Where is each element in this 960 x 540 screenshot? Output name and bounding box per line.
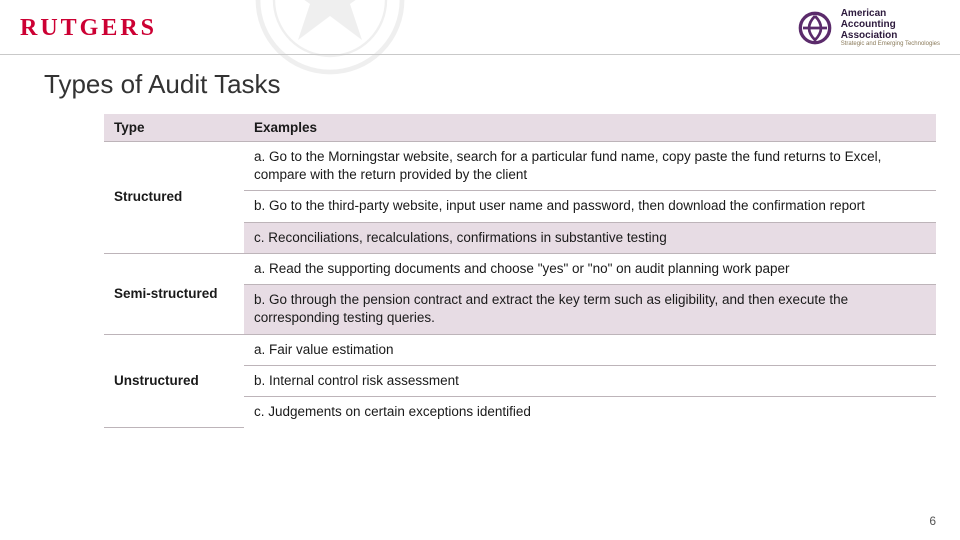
example-cell: b. Go through the pension contract and e… — [244, 285, 936, 334]
type-cell: Unstructured — [104, 334, 244, 427]
example-cell: a. Go to the Morningstar website, search… — [244, 142, 936, 191]
table-row: Unstructured a. Fair value estimation — [104, 334, 936, 365]
aaa-line1: American — [841, 8, 887, 19]
aaa-text: American Accounting Association Strategi… — [841, 8, 940, 48]
type-cell: Semi-structured — [104, 253, 244, 334]
rutgers-logo: RUTGERS — [20, 15, 157, 42]
page-title: Types of Audit Tasks — [44, 69, 916, 100]
aaa-logo: American Accounting Association Strategi… — [795, 8, 940, 48]
aaa-icon — [795, 8, 835, 48]
audit-table: Type Examples Structured a. Go to the Mo… — [104, 114, 936, 428]
slide-header: RUTGERS American Accounting Association … — [0, 0, 960, 55]
example-cell: c. Judgements on certain exceptions iden… — [244, 396, 936, 427]
aaa-sub: Strategic and Emerging Technologies — [841, 41, 940, 48]
example-cell: a. Read the supporting documents and cho… — [244, 253, 936, 284]
aaa-line2: Accounting — [841, 19, 896, 30]
col-examples: Examples — [244, 114, 936, 142]
example-cell: b. Go to the third-party website, input … — [244, 191, 936, 222]
aaa-line3: Association — [841, 30, 898, 41]
col-type: Type — [104, 114, 244, 142]
table-row: Structured a. Go to the Morningstar webs… — [104, 142, 936, 191]
example-cell: b. Internal control risk assessment — [244, 365, 936, 396]
example-cell: c. Reconciliations, recalculations, conf… — [244, 222, 936, 253]
type-cell: Structured — [104, 142, 244, 254]
page-number: 6 — [929, 514, 936, 528]
table-row: Semi-structured a. Read the supporting d… — [104, 253, 936, 284]
slide-content: Types of Audit Tasks Type Examples Struc… — [0, 55, 960, 428]
table-header-row: Type Examples — [104, 114, 936, 142]
example-cell: a. Fair value estimation — [244, 334, 936, 365]
